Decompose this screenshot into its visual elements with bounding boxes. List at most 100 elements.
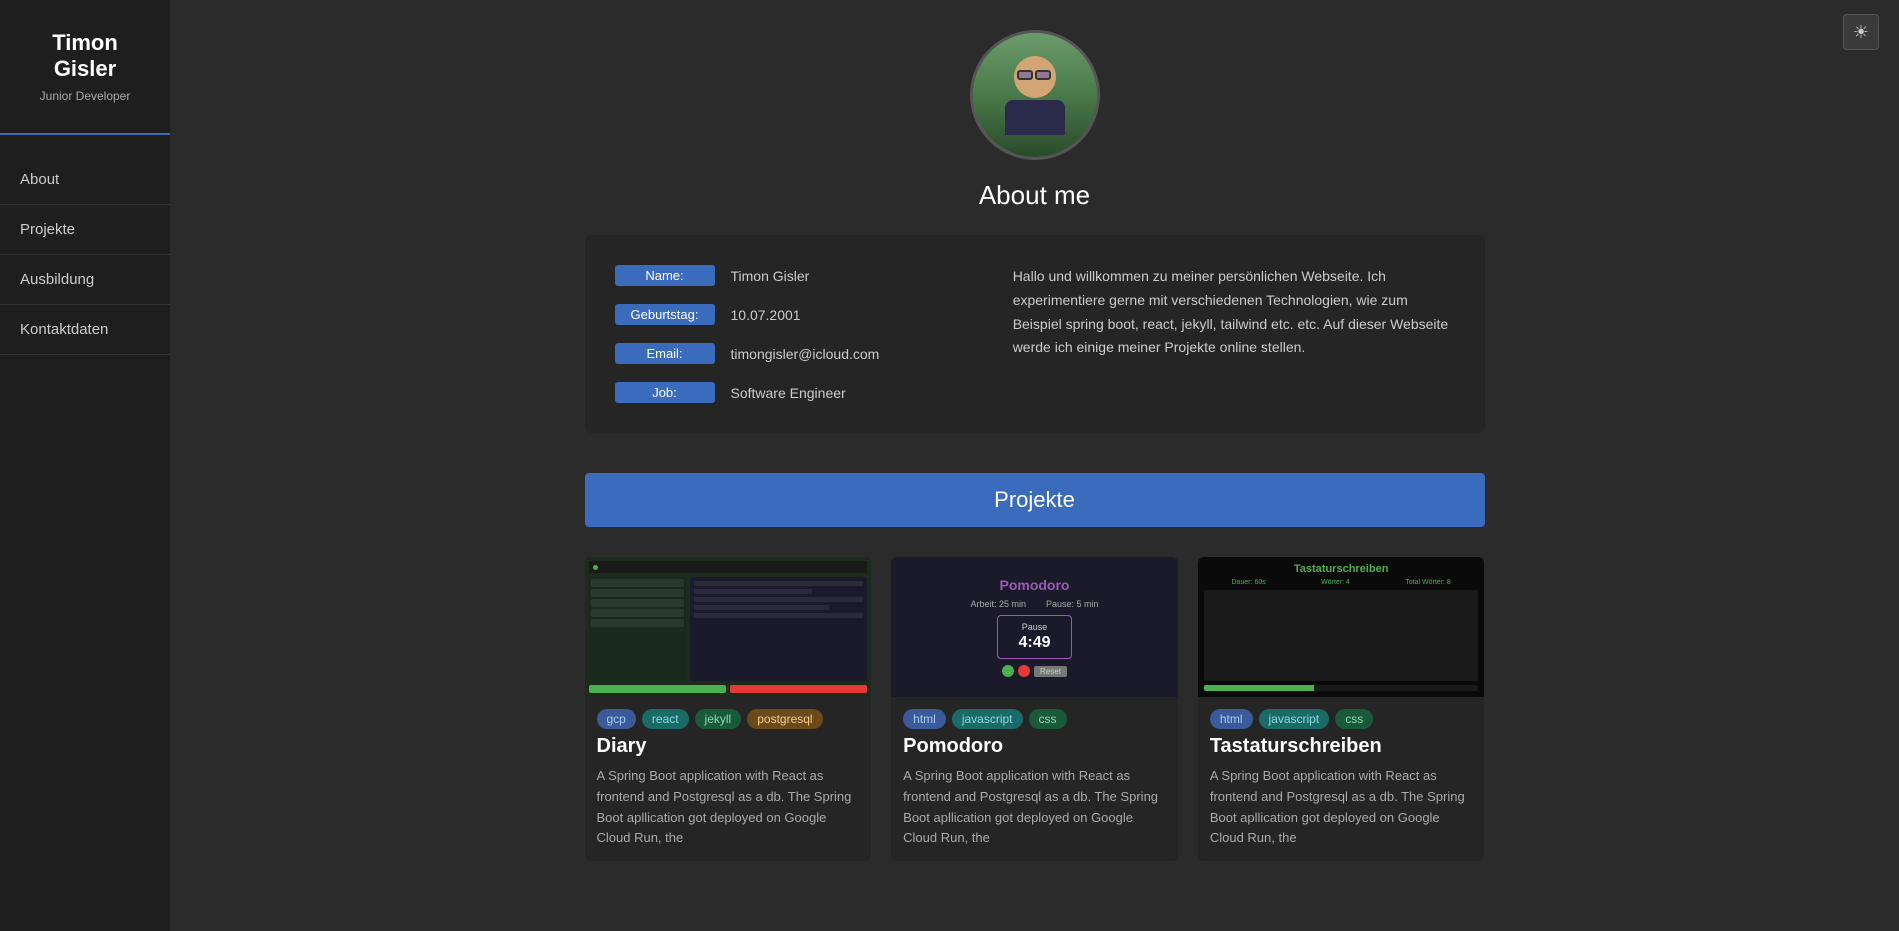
avatar-image	[973, 33, 1097, 157]
avatar-glasses-right	[1035, 70, 1051, 80]
sidebar: Timon Gisler Junior Developer About Proj…	[0, 0, 170, 931]
tag-css: css	[1029, 709, 1067, 729]
diary-side-item	[591, 589, 685, 597]
diary-body	[589, 577, 868, 681]
pomodoro-tags: html javascript css	[891, 697, 1178, 735]
avatar-body	[1005, 100, 1065, 135]
theme-toggle-button[interactable]: ☀	[1843, 14, 1879, 50]
diary-content-line	[694, 581, 863, 586]
name-value: Timon Gisler	[731, 268, 810, 284]
pomodoro-title: Pomodoro	[903, 735, 1166, 758]
diary-body-text: Diary A Spring Boot application with Rea…	[585, 735, 872, 861]
projekt-card-diary: gcp react jekyll postgresql Diary A Spri…	[585, 557, 872, 861]
projekt-card-pomodoro: Pomodoro Arbeit: 25 min Pause: 5 min Pau…	[891, 557, 1178, 861]
birthday-value: 10.07.2001	[731, 307, 801, 323]
diary-topbar	[589, 561, 868, 573]
diary-screenshot	[585, 557, 872, 697]
pomodoro-description: A Spring Boot application with React as …	[903, 766, 1166, 849]
tasta-progress	[1204, 685, 1479, 691]
pomo-times: Arbeit: 25 min Pause: 5 min	[970, 599, 1098, 609]
sidebar-item-projekte[interactable]: Projekte	[0, 205, 170, 255]
diary-side-item	[591, 619, 685, 627]
pomo-buttons: Reset	[1002, 665, 1067, 677]
pomo-btn-red[interactable]	[1018, 665, 1030, 677]
tag-react: react	[642, 709, 689, 729]
tastaturschreiben-body-text: Tastaturschreiben A Spring Boot applicat…	[1198, 735, 1485, 861]
diary-mock	[585, 557, 872, 697]
diary-tags: gcp react jekyll postgresql	[585, 697, 872, 735]
sidebar-item-about[interactable]: About	[0, 155, 170, 205]
pomodoro-screenshot: Pomodoro Arbeit: 25 min Pause: 5 min Pau…	[891, 557, 1178, 697]
avatar-glasses-left	[1017, 70, 1033, 80]
sidebar-subtitle: Junior Developer	[40, 89, 131, 103]
about-info-row-email: Email: timongisler@icloud.com	[615, 343, 983, 364]
name-label: Name:	[615, 265, 715, 286]
birthday-label: Geburtstag:	[615, 304, 715, 325]
about-section: About me Name: Timon Gisler Geburtstag: …	[585, 30, 1485, 433]
tasta-stats: Dauer: 60s Wörter: 4 Total Wörter: 8	[1204, 579, 1479, 586]
tastaturschreiben-title: Tastaturschreiben	[1210, 735, 1473, 758]
pomo-title: Pomodoro	[999, 577, 1069, 593]
about-info-row-birthday: Geburtstag: 10.07.2001	[615, 304, 983, 325]
pomo-time: 4:49	[1018, 634, 1050, 652]
tag-html2: html	[1210, 709, 1253, 729]
pomodoro-body-text: Pomodoro A Spring Boot application with …	[891, 735, 1178, 861]
tastaturschreiben-tags: html javascript css	[1198, 697, 1485, 735]
tastaturschreiben-description: A Spring Boot application with React as …	[1210, 766, 1473, 849]
tag-postgresql: postgresql	[747, 709, 822, 729]
avatar-head	[1014, 56, 1056, 98]
diary-side-item	[591, 579, 685, 587]
diary-content-line	[694, 613, 863, 618]
about-card: Name: Timon Gisler Geburtstag: 10.07.200…	[585, 235, 1485, 433]
about-info-row-job: Job: Software Engineer	[615, 382, 983, 403]
avatar-person	[1005, 56, 1065, 135]
avatar-glasses	[1017, 70, 1053, 80]
diary-bar-green	[589, 685, 726, 693]
tag-gcp: gcp	[597, 709, 636, 729]
diary-bar-red	[730, 685, 867, 693]
sidebar-item-kontaktdaten[interactable]: Kontaktdaten	[0, 305, 170, 355]
about-info-row-name: Name: Timon Gisler	[615, 265, 983, 286]
email-label: Email:	[615, 343, 715, 364]
sidebar-name: Timon Gisler	[52, 30, 118, 83]
tag-html: html	[903, 709, 946, 729]
avatar	[970, 30, 1100, 160]
tag-javascript: javascript	[952, 709, 1023, 729]
diary-dot-green	[593, 565, 598, 570]
job-value: Software Engineer	[731, 385, 846, 401]
main-content: About me Name: Timon Gisler Geburtstag: …	[170, 0, 1899, 931]
projekt-card-tastaturschreiben: Tastaturschreiben Dauer: 60s Wörter: 4 T…	[1198, 557, 1485, 861]
tastaturschreiben-screenshot: Tastaturschreiben Dauer: 60s Wörter: 4 T…	[1198, 557, 1485, 697]
sidebar-divider	[0, 133, 170, 135]
projekte-grid: gcp react jekyll postgresql Diary A Spri…	[585, 557, 1485, 861]
diary-content-line	[694, 597, 863, 602]
projekte-header: Projekte	[585, 473, 1485, 527]
tag-css2: css	[1335, 709, 1373, 729]
pomo-pause-label: Pause	[1018, 622, 1050, 632]
pomodoro-mock: Pomodoro Arbeit: 25 min Pause: 5 min Pau…	[891, 557, 1178, 697]
diary-side-item	[591, 599, 685, 607]
pomo-btn-reset[interactable]: Reset	[1034, 666, 1067, 677]
tasta-title: Tastaturschreiben	[1204, 563, 1479, 575]
diary-bottom-bars	[589, 685, 868, 693]
tasta-text-area	[1204, 590, 1479, 681]
tag-jekyll: jekyll	[695, 709, 742, 729]
tag-javascript2: javascript	[1259, 709, 1330, 729]
tasta-progress-fill	[1204, 685, 1314, 691]
diary-sidebar	[589, 577, 687, 681]
diary-content	[690, 577, 867, 681]
tasta-mock: Tastaturschreiben Dauer: 60s Wörter: 4 T…	[1198, 557, 1485, 697]
pomo-btn-green[interactable]	[1002, 665, 1014, 677]
about-description: Hallo und willkommen zu meiner persönlic…	[1013, 265, 1455, 403]
projekte-section: Projekte	[585, 473, 1485, 861]
sidebar-nav: About Projekte Ausbildung Kontaktdaten	[0, 155, 170, 355]
about-info-table: Name: Timon Gisler Geburtstag: 10.07.200…	[615, 265, 983, 403]
sidebar-item-ausbildung[interactable]: Ausbildung	[0, 255, 170, 305]
email-value: timongisler@icloud.com	[731, 346, 880, 362]
pomo-timer-box: Pause 4:49	[997, 615, 1071, 659]
diary-description: A Spring Boot application with React as …	[597, 766, 860, 849]
diary-title: Diary	[597, 735, 860, 758]
diary-content-line	[694, 605, 829, 610]
job-label: Job:	[615, 382, 715, 403]
sun-icon: ☀	[1853, 22, 1869, 43]
